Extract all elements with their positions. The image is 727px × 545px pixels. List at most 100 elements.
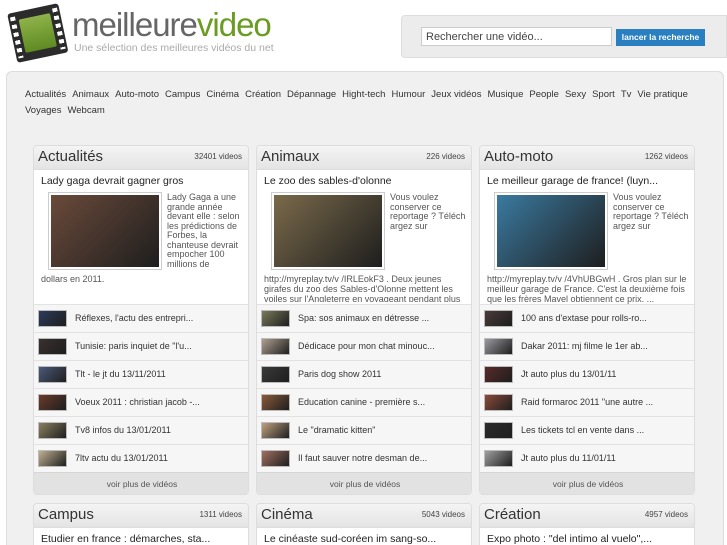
more-videos-link[interactable]: voir plus de vidéos [480,472,694,494]
video-count: 32401 videos [194,152,242,161]
video-count: 1262 videos [644,152,688,161]
video-thumbnail [261,450,290,467]
featured-video-description: http://myreplay.tv/v /4VhUBGwH . Gros pl… [487,274,687,304]
video-title: Le "dramatic kitten" [298,425,376,435]
video-title: Tlt - le jt du 13/11/2011 [75,369,166,379]
category-card-actualites: Actualités 32401 videos Lady gaga devrai… [33,145,249,495]
more-videos-link[interactable]: voir plus de vidéos [34,472,248,494]
video-thumbnail [38,366,67,383]
film-icon [7,3,69,65]
video-thumbnail [484,338,513,355]
site-logo[interactable]: meilleurevideo Une sélection des meilleu… [7,3,274,65]
video-thumbnail [261,422,290,439]
featured-video-summary: Vous voulez conserver ce reportage ? Tél… [613,192,689,231]
category-card-auto-moto: Auto-moto 1262 videos Le meilleur garage… [479,145,695,495]
nav-item-webcam[interactable]: Webcam [67,103,104,119]
video-thumbnail [484,366,513,383]
nav-item-jeux-videos[interactable]: Jeux vidéos [431,87,481,103]
nav-item-campus[interactable]: Campus [165,87,200,103]
nav-item-creation[interactable]: Création [245,87,281,103]
list-item[interactable]: Dédicace pour mon chat minouc... [257,332,471,360]
nav-item-actualites[interactable]: Actualités [25,87,66,103]
video-title: Tv8 infos du 13/01/2011 [75,425,171,435]
nav-item-voyages[interactable]: Voyages [25,103,61,119]
list-item[interactable]: Dakar 2011: mj filme le 1er ab... [480,332,694,360]
category-card-cinema: Cinéma 5043 videos Le cinéaste sud-corée… [256,503,472,545]
nav-item-humour[interactable]: Humour [391,87,425,103]
video-title: Dédicace pour mon chat minouc... [298,341,435,351]
video-thumbnail [38,450,67,467]
card-title[interactable]: Cinéma [261,506,313,523]
nav-item-tv[interactable]: Tv [621,87,632,103]
nav-item-cinema[interactable]: Cinéma [206,87,239,103]
card-title[interactable]: Animaux [261,148,319,165]
list-item[interactable]: Education canine - première s... [257,388,471,416]
card-title[interactable]: Auto-moto [484,148,553,165]
search-button[interactable]: lancer la recherche [616,29,705,46]
featured-video-title[interactable]: Expo photo : "del intimo al vuelo",... [487,533,652,545]
nav-item-musique[interactable]: Musique [487,87,523,103]
list-item[interactable]: Réflexes, l'actu des entrepri... [34,304,248,332]
featured-video-title[interactable]: Le zoo des sables-d'olonne [264,175,392,187]
list-item[interactable]: Raid formaroc 2011 "une autre ... [480,388,694,416]
list-item[interactable]: Spa: sos animaux en détresse ... [257,304,471,332]
list-item[interactable]: 100 ans d'extase pour rolls-ro... [480,304,694,332]
list-item[interactable]: Le "dramatic kitten" [257,416,471,444]
card-title[interactable]: Création [484,506,541,523]
logo-text: meilleurevideo [72,6,272,43]
card-title[interactable]: Campus [38,506,94,523]
video-thumbnail [484,422,513,439]
card-header: Création 4957 videos [480,504,694,528]
video-title: Spa: sos animaux en détresse ... [298,313,430,323]
list-item[interactable]: 7ltv actu du 13/01/2011 [34,444,248,472]
featured-video-title[interactable]: Lady gaga devrait gagner gros [41,175,183,187]
video-title: Dakar 2011: mj filme le 1er ab... [521,341,648,351]
nav-item-depannage[interactable]: Dépannage [287,87,336,103]
list-item[interactable]: Tv8 infos du 13/01/2011 [34,416,248,444]
featured-video-title[interactable]: Etudier en france : démarches, sta... [41,533,210,545]
featured-video-thumbnail[interactable] [48,192,162,270]
list-item[interactable]: Jt auto plus du 13/01/11 [480,360,694,388]
featured-video-description: dollars en 2011. [41,274,105,284]
video-title: Réflexes, l'actu des entrepri... [75,313,194,323]
featured-video-thumbnail[interactable] [271,192,385,270]
featured-video-title[interactable]: Le cinéaste sud-coréen im sang-so... [264,533,436,545]
video-title: Raid formaroc 2011 "une autre ... [521,397,654,407]
nav-item-hight-tech[interactable]: Hight-tech [342,87,385,103]
nav-item-vie-pratique[interactable]: Vie pratique [637,87,688,103]
logo-tagline: Une sélection des meilleures vidéos du n… [74,42,274,54]
list-item[interactable]: Les tickets tcl en vente dans ... [480,416,694,444]
list-item[interactable]: Tlt - le jt du 13/11/2011 [34,360,248,388]
video-thumbnail [38,394,67,411]
video-thumbnail [38,422,67,439]
list-item[interactable]: Voeux 2011 : christian jacob -... [34,388,248,416]
featured-video-thumbnail[interactable] [494,192,608,270]
nav-item-sport[interactable]: Sport [592,87,615,103]
featured-video-description: http://myreplay.tv/v /IRLEokF3 . Deux je… [264,274,461,302]
video-thumbnail [38,310,67,327]
video-thumbnail [484,394,513,411]
more-videos-link[interactable]: voir plus de vidéos [257,472,471,494]
card-header: Campus 1311 videos [34,504,248,528]
nav-item-animaux[interactable]: Animaux [72,87,109,103]
video-thumbnail [261,310,290,327]
video-count: 5043 videos [421,510,465,519]
nav-item-auto-moto[interactable]: Auto-moto [115,87,159,103]
video-count: 226 videos [426,152,465,161]
video-count: 4957 videos [644,510,688,519]
card-header: Auto-moto 1262 videos [480,146,694,170]
nav-item-people[interactable]: People [529,87,559,103]
card-header: Actualités 32401 videos [34,146,248,170]
search-input[interactable] [421,27,612,46]
video-title: Tunisie: paris inquiet de "l'u... [75,341,192,351]
video-count: 1311 videos [199,510,242,519]
video-title: Voeux 2011 : christian jacob -... [75,397,200,407]
nav-item-sexy[interactable]: Sexy [565,87,586,103]
card-title[interactable]: Actualités [38,148,103,165]
search-box: lancer la recherche [401,15,727,58]
list-item[interactable]: Il faut sauver notre desman de... [257,444,471,472]
list-item[interactable]: Paris dog show 2011 [257,360,471,388]
list-item[interactable]: Tunisie: paris inquiet de "l'u... [34,332,248,360]
list-item[interactable]: Jt auto plus du 11/01/11 [480,444,694,472]
featured-video-title[interactable]: Le meilleur garage de france! (luyn... [487,175,658,187]
